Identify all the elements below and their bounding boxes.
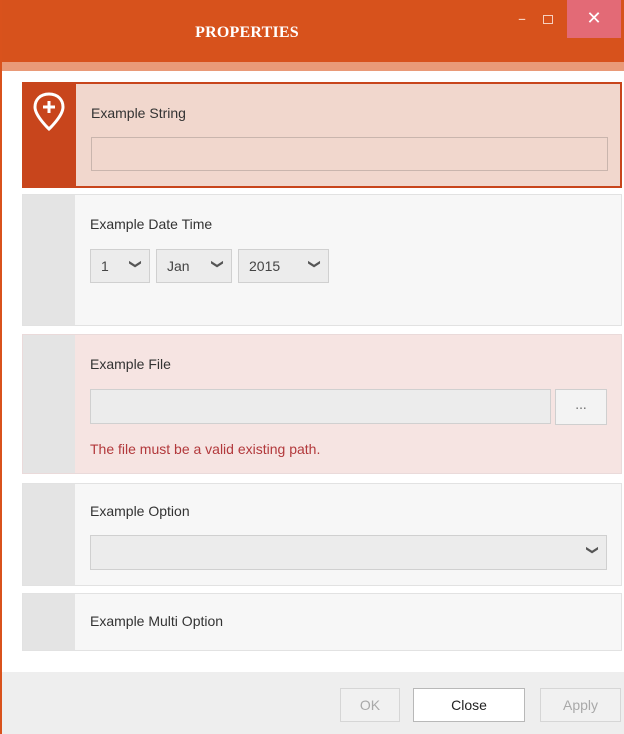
year-select[interactable]: 2015 ❯ — [238, 249, 329, 283]
property-label: Example Option — [90, 503, 190, 519]
maximize-button[interactable] — [536, 6, 560, 32]
property-option: Example Option ❯ — [22, 483, 622, 586]
browse-button[interactable]: ... — [555, 389, 607, 425]
dialog-footer: OK Close Apply — [2, 672, 624, 734]
close-window-button[interactable]: ✕ — [567, 0, 621, 38]
string-input[interactable] — [91, 137, 608, 171]
chevron-down-icon: ❯ — [128, 258, 143, 270]
title-bar[interactable]: PROPERTIES – ✕ — [2, 0, 624, 62]
add-pin-icon — [33, 92, 65, 132]
property-label: Example String — [91, 105, 186, 121]
property-gutter — [23, 335, 75, 473]
day-select[interactable]: 1 ❯ — [90, 249, 150, 283]
property-string[interactable]: Example String — [22, 82, 622, 188]
option-select[interactable]: ❯ — [90, 535, 607, 570]
minimize-icon: – — [518, 9, 526, 28]
chevron-down-icon: ❯ — [307, 258, 322, 270]
property-label: Example Date Time — [90, 216, 213, 232]
close-icon: ✕ — [586, 8, 602, 29]
property-multi-option: Example Multi Option — [22, 593, 622, 651]
property-gutter — [24, 84, 76, 186]
window-title: PROPERTIES — [195, 24, 299, 41]
chevron-down-icon: ❯ — [585, 544, 600, 556]
property-gutter — [23, 594, 75, 650]
property-datetime: Example Date Time 1 ❯ Jan ❯ 2015 ❯ — [22, 194, 622, 326]
title-accent-strip — [2, 62, 624, 71]
properties-window: PROPERTIES – ✕ Example String Example Da… — [0, 0, 624, 734]
property-file: Example File ... The file must be a vali… — [22, 334, 622, 474]
apply-button[interactable]: Apply — [540, 688, 621, 722]
maximize-icon — [543, 15, 553, 24]
month-select[interactable]: Jan ❯ — [156, 249, 232, 283]
file-error-message: The file must be a valid existing path. — [90, 441, 321, 457]
ok-button[interactable]: OK — [340, 688, 400, 722]
property-label: Example File — [90, 356, 171, 372]
property-label: Example Multi Option — [90, 613, 224, 629]
file-path-input[interactable] — [90, 389, 551, 424]
chevron-down-icon: ❯ — [210, 258, 225, 270]
minimize-button[interactable]: – — [510, 6, 534, 32]
property-gutter — [23, 484, 75, 585]
close-button[interactable]: Close — [413, 688, 525, 722]
property-gutter — [23, 195, 75, 325]
